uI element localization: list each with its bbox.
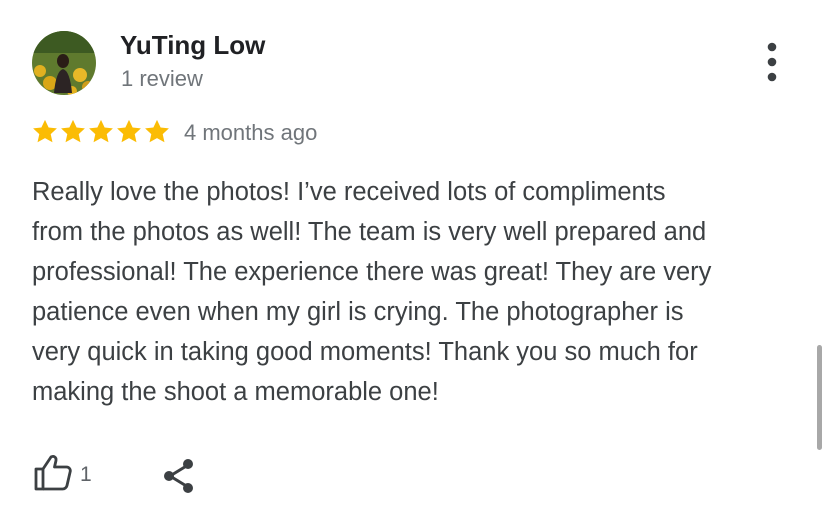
star-rating: [31, 118, 171, 146]
star-icon: [87, 118, 115, 146]
review-text: Really love the photos! I’ve received lo…: [32, 178, 712, 406]
thumbs-up-icon: [34, 455, 72, 491]
star-icon: [59, 118, 87, 146]
avatar[interactable]: [32, 31, 96, 95]
like-button[interactable]: [33, 453, 73, 493]
scrollbar[interactable]: [817, 345, 822, 450]
author-name[interactable]: YuTing Low: [120, 30, 265, 61]
star-icon: [143, 118, 171, 146]
share-icon: [164, 459, 193, 493]
more-options-button[interactable]: [756, 40, 788, 86]
more-vertical-icon: [767, 42, 777, 82]
author-review-count: 1 review: [121, 66, 203, 91]
star-icon: [31, 118, 59, 146]
share-button[interactable]: [160, 456, 200, 496]
review-time: 4 months ago: [184, 120, 318, 145]
star-icon: [115, 118, 143, 146]
like-count: 1: [80, 463, 92, 486]
